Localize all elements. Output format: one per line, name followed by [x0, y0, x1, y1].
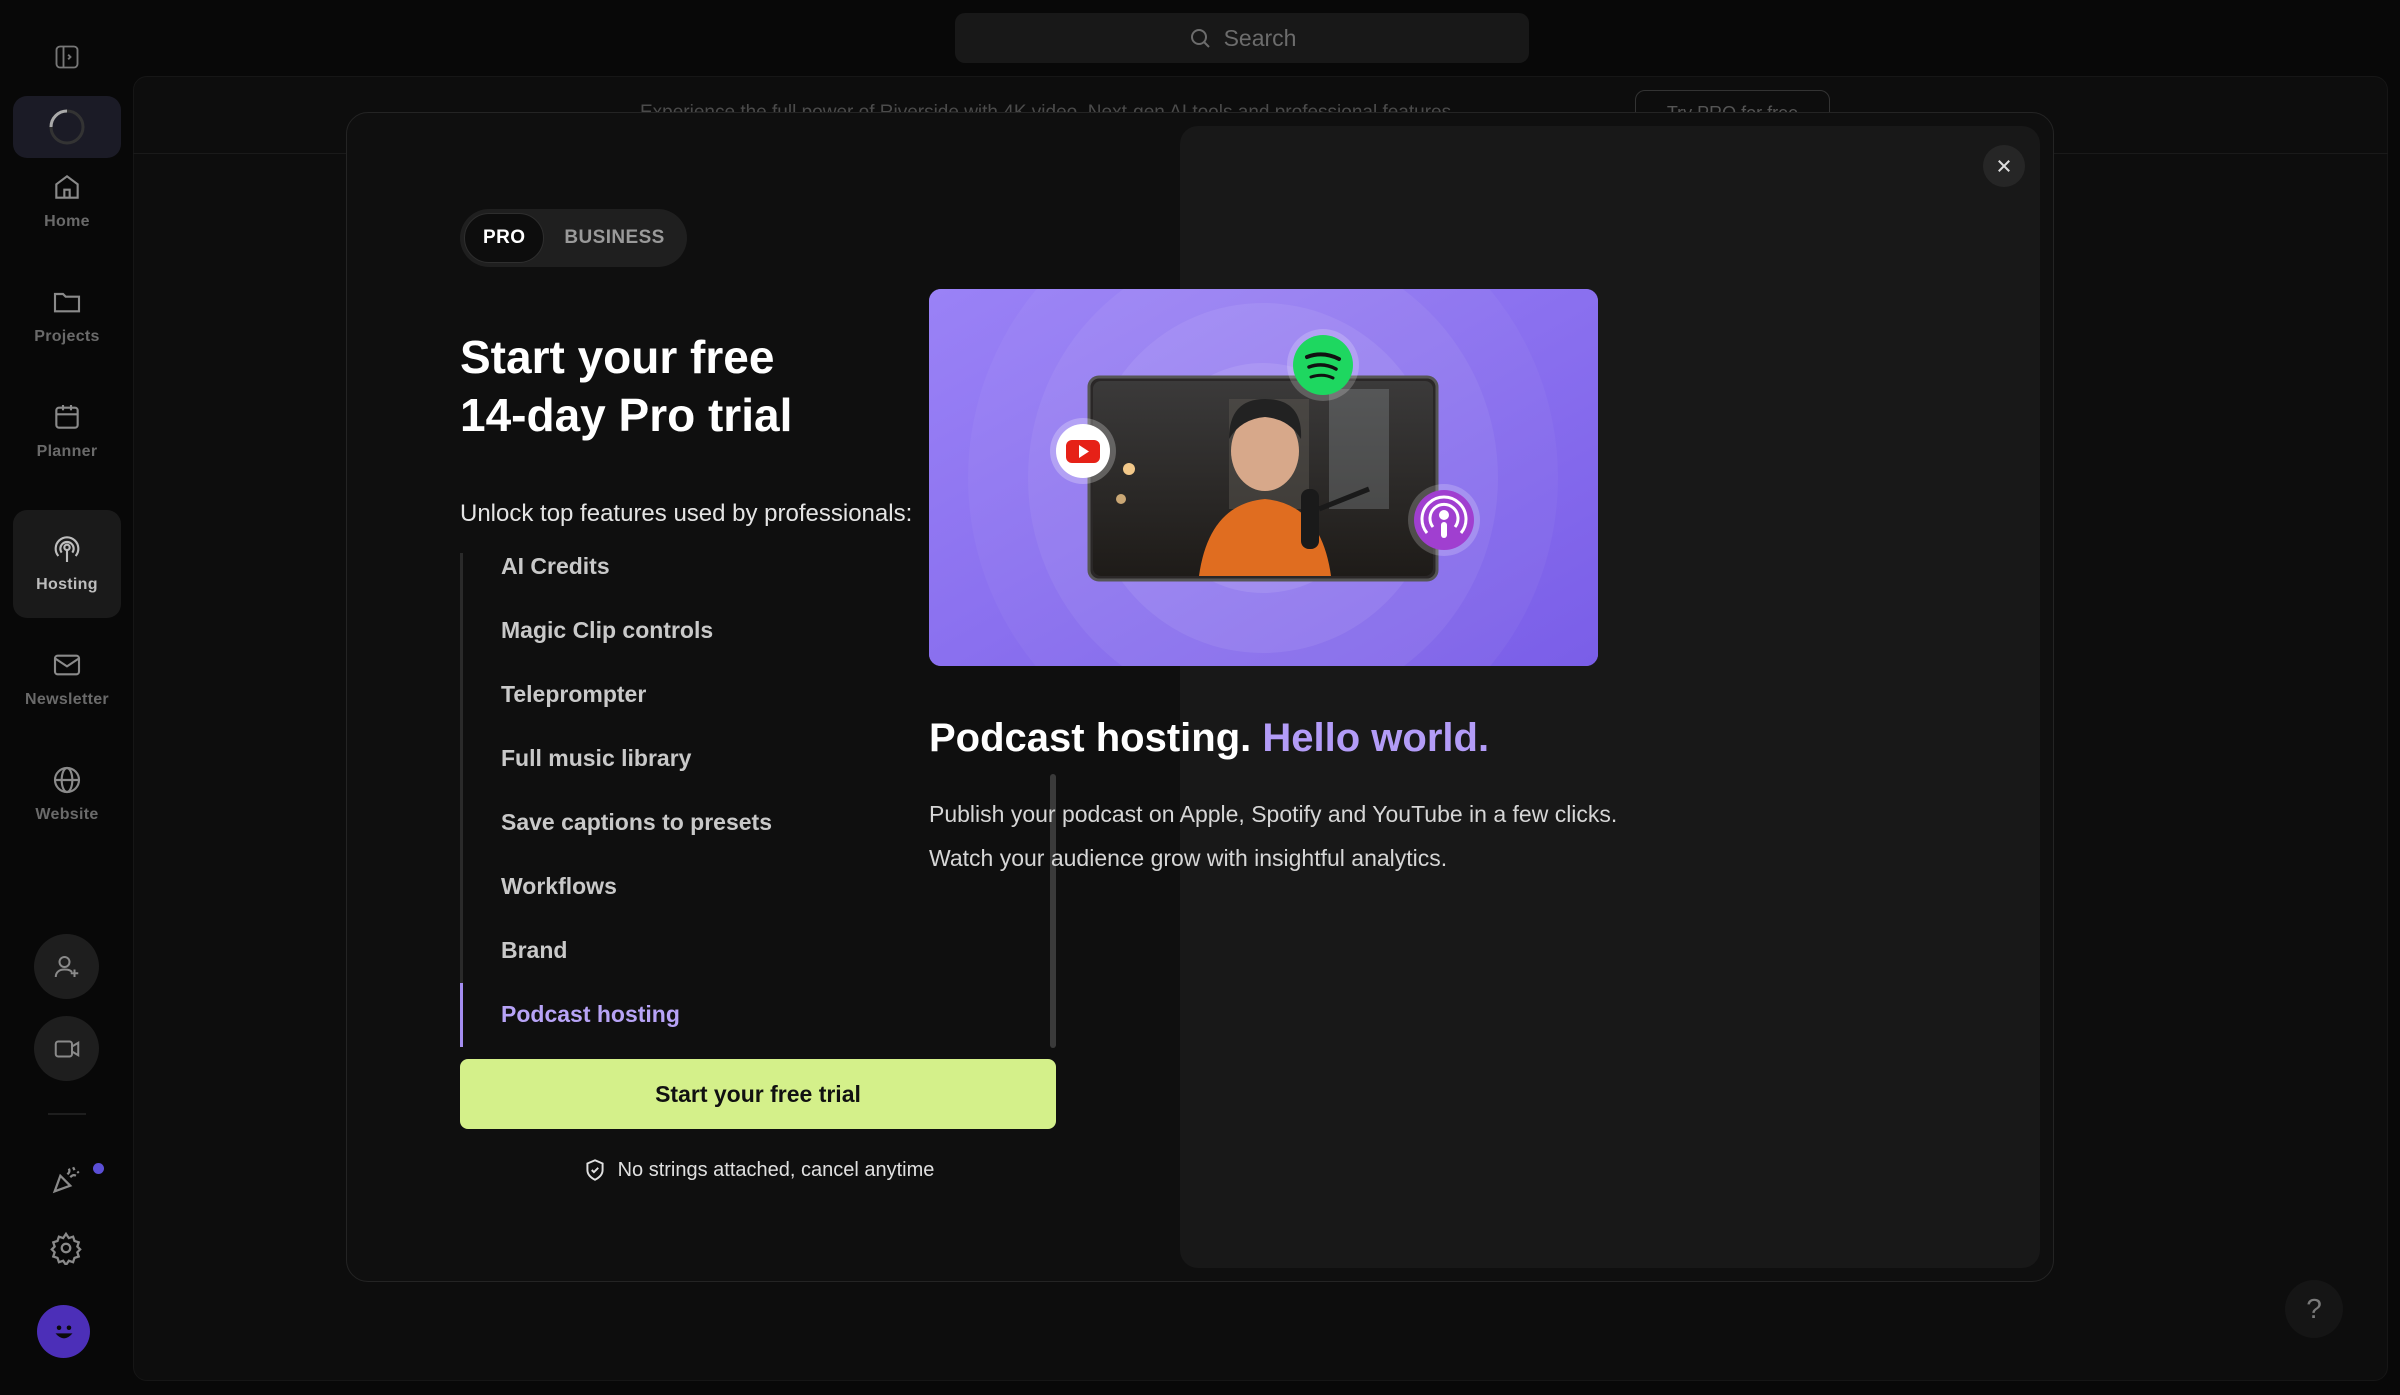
sidebar-item-projects[interactable]: Projects: [13, 262, 121, 370]
party-popper-icon: [52, 1166, 80, 1194]
feature-item-full-music-library[interactable]: Full music library: [501, 745, 691, 772]
sidebar-divider: [48, 1113, 86, 1115]
sidebar-item-label: Website: [35, 806, 99, 823]
invite-user-button[interactable]: [34, 934, 99, 999]
mail-icon: [53, 654, 81, 676]
feature-item-teleprompter[interactable]: Teleprompter: [501, 681, 646, 708]
sidebar-item-label: Newsletter: [25, 691, 109, 708]
feature-item-save-captions[interactable]: Save captions to presets: [501, 809, 772, 836]
close-icon: [1998, 160, 2010, 172]
search-bar[interactable]: Search: [955, 13, 1529, 63]
sidebar-item-hosting[interactable]: Hosting: [13, 510, 121, 618]
settings-button[interactable]: [44, 1226, 88, 1270]
headline-line-1: Start your free: [460, 331, 775, 383]
video-camera-icon: [54, 1040, 79, 1057]
feature-item-brand[interactable]: Brand: [501, 937, 567, 964]
feature-list-track: [460, 553, 463, 1047]
sidebar-item-label: Hosting: [36, 576, 98, 593]
guarantee-note: No strings attached, cancel anytime: [460, 1157, 1056, 1183]
podcast-illustration-graphic: [929, 289, 1598, 666]
close-button[interactable]: [1983, 145, 2025, 187]
podcast-icon: [54, 536, 80, 562]
search-placeholder: Search: [1223, 24, 1297, 51]
help-label: ?: [2306, 1293, 2322, 1324]
globe-icon: [53, 766, 81, 794]
features-intro: Unlock top features used by professional…: [460, 500, 913, 527]
spinner-icon: [49, 109, 85, 145]
sidebar-toggle-icon[interactable]: [50, 40, 84, 74]
sidebar-item-newsletter[interactable]: Newsletter: [13, 625, 121, 733]
headline-line-2: 14-day Pro trial: [460, 389, 793, 441]
feature-detail-title: Podcast hosting. Hello world.: [929, 716, 1489, 761]
feature-item-ai-credits[interactable]: AI Credits: [501, 553, 610, 580]
sidebar-item-planner[interactable]: Planner: [13, 377, 121, 485]
calendar-icon: [55, 405, 79, 429]
plan-option-pro[interactable]: PRO: [464, 213, 545, 263]
search-icon: [1190, 29, 1210, 48]
whats-new-button[interactable]: [44, 1158, 88, 1202]
folder-icon: [53, 292, 81, 313]
feature-detail-title-main: Podcast hosting.: [929, 716, 1252, 760]
modal-headline: Start your free 14-day Pro trial: [460, 328, 792, 444]
add-user-icon: [54, 955, 78, 977]
shield-check-icon: [586, 1159, 604, 1181]
smiley-face-icon: [55, 1324, 72, 1338]
guarantee-text: No strings attached, cancel anytime: [617, 1158, 935, 1181]
plan-option-business[interactable]: BUSINESS: [546, 213, 682, 263]
feature-detail-description: Publish your podcast on Apple, Spotify a…: [929, 801, 1618, 871]
feature-detail-title-accent: Hello world.: [1262, 716, 1490, 760]
help-button[interactable]: ?: [2285, 1280, 2343, 1338]
sidebar-item-home[interactable]: Home: [13, 147, 121, 255]
sidebar: Home Projects Planner Hosting Newsletter…: [0, 0, 133, 1395]
pro-trial-modal: PRO BUSINESS Start your free 14-day Pro …: [346, 112, 2054, 1282]
sidebar-item-label: Planner: [36, 443, 98, 460]
record-button[interactable]: [34, 1016, 99, 1081]
sidebar-item-website[interactable]: Website: [13, 740, 121, 848]
sidebar-item-label: Projects: [34, 328, 100, 345]
sidebar-item-label: Home: [44, 213, 90, 230]
gear-icon: [50, 1231, 82, 1265]
feature-active-indicator: [460, 983, 463, 1047]
home-icon: [55, 175, 79, 199]
feature-item-podcast-hosting[interactable]: Podcast hosting: [501, 1001, 680, 1028]
feature-item-workflows[interactable]: Workflows: [501, 873, 617, 900]
feature-item-magic-clip-controls[interactable]: Magic Clip controls: [501, 617, 713, 644]
notification-dot: [93, 1163, 104, 1174]
avatar[interactable]: [37, 1305, 90, 1358]
start-free-trial-button[interactable]: Start your free trial: [460, 1059, 1056, 1129]
podcast-hosting-illustration: [929, 289, 1598, 666]
plan-toggle: PRO BUSINESS: [460, 209, 687, 267]
app-root: Home Projects Planner Hosting Newsletter…: [0, 0, 2400, 1395]
